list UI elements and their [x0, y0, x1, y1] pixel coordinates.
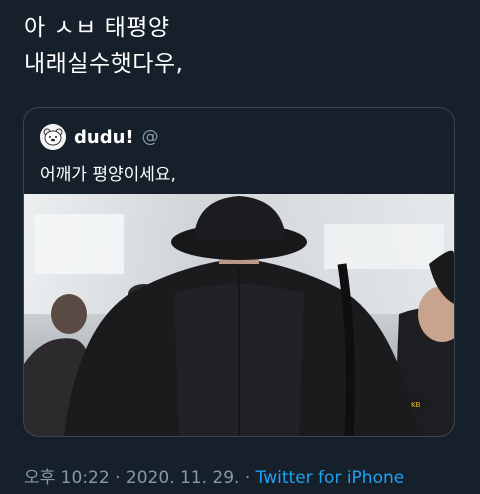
bear-face-icon — [40, 124, 66, 150]
tweet-time[interactable]: 오후 10:22 — [24, 468, 110, 488]
image-badge: KB — [411, 401, 421, 409]
avatar[interactable] — [40, 124, 66, 150]
quoted-tweet-card[interactable]: dudu! @ 어깨가 평양이세요, KB — [23, 107, 455, 437]
quoted-tweet-header: dudu! @ — [40, 124, 159, 150]
tweet-meta: 오후 10:22 · 2020. 11. 29. · Twitter for i… — [24, 463, 404, 488]
tweet-line-2: 내래실수햇다우, — [24, 51, 184, 77]
tweet-source-link[interactable]: Twitter for iPhone — [256, 468, 405, 488]
quoted-tweet-photo[interactable]: KB — [24, 194, 454, 436]
tweet-date[interactable]: 2020. 11. 29. — [126, 468, 240, 488]
meta-separator-2: · — [239, 468, 256, 488]
quoted-author-name[interactable]: dudu! — [74, 127, 134, 148]
tweet-text: 아 ㅅㅂ 태평양 내래실수햇다우, — [24, 10, 183, 82]
meta-separator: · — [109, 468, 126, 488]
quoted-tweet-text: 어깨가 평양이세요, — [40, 165, 176, 185]
tweet-line-1: 아 ㅅㅂ 태평양 — [24, 15, 170, 41]
quoted-author-handle[interactable]: @ — [142, 127, 159, 147]
